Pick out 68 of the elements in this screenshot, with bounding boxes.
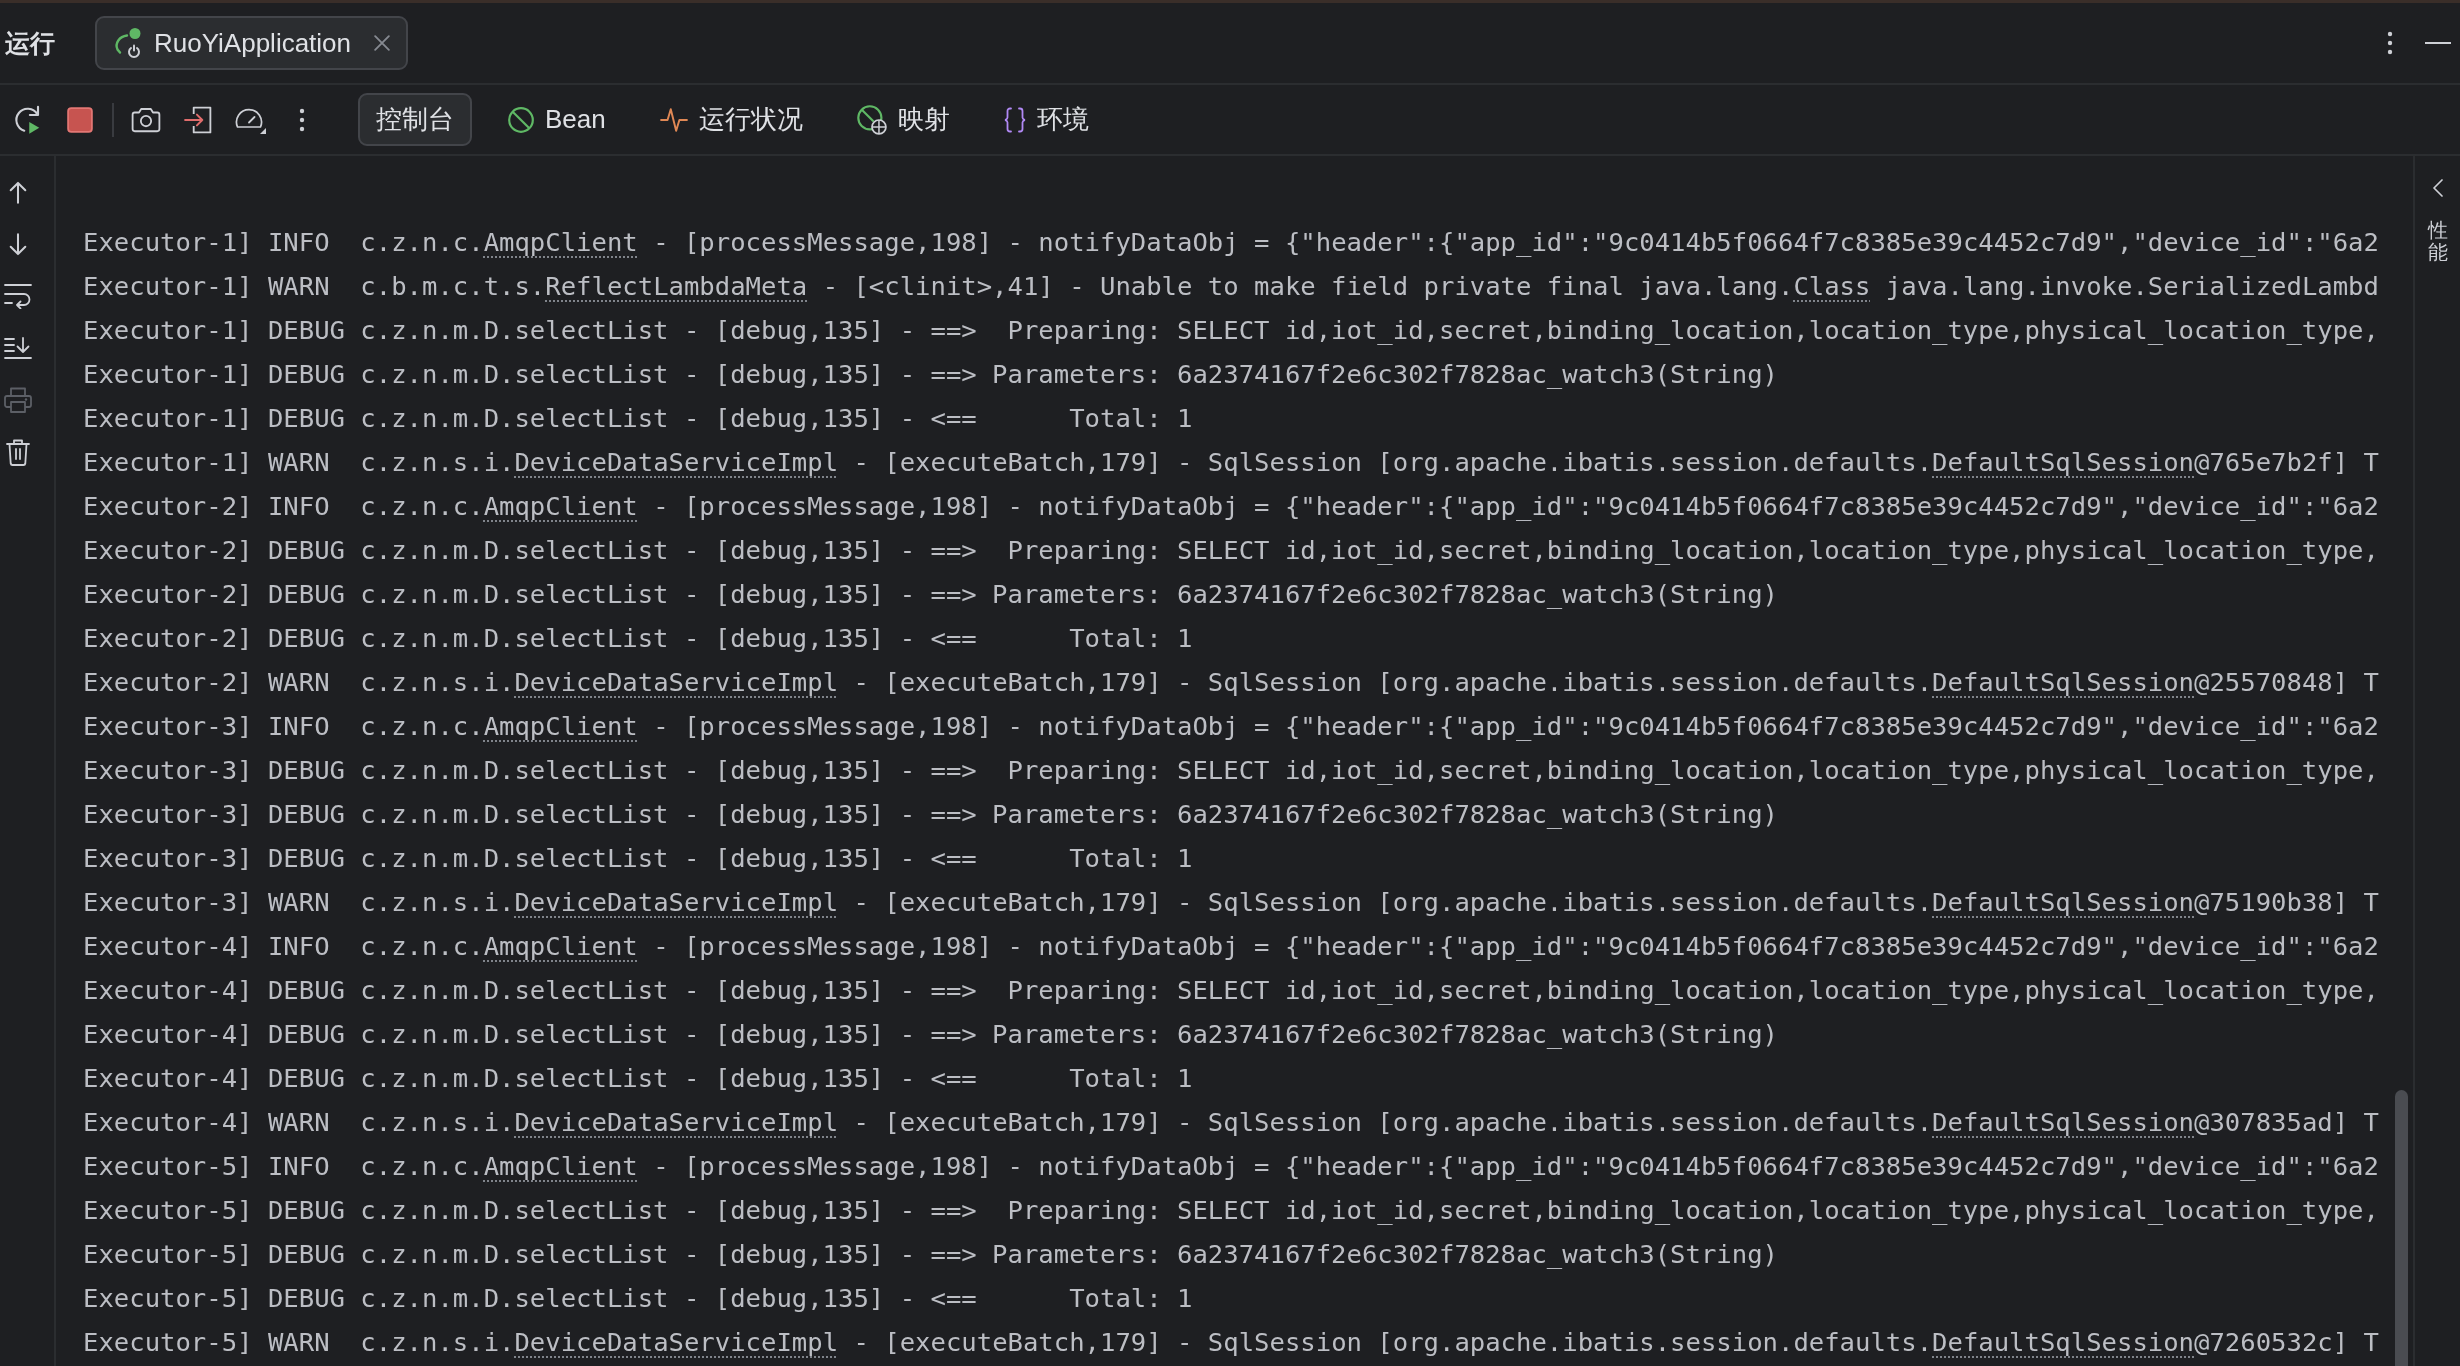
more-icon[interactable] xyxy=(2387,31,2393,55)
log-line: Executor-1] WARN c.b.m.c.t.s.ReflectLambdaMeta - [<clinit>,41] - Unable to make field private final java.lang.Class java.lang.invoke.SerializedLambd xyxy=(83,270,2380,303)
class-link[interactable]: AmqpClient xyxy=(483,227,638,257)
view-tab[interactable]: 控制台 xyxy=(358,93,472,146)
pulse-icon xyxy=(659,106,688,133)
class-link[interactable]: Class xyxy=(1793,271,1871,301)
class-link[interactable]: DefaultSqlSession xyxy=(1932,887,2195,917)
soft-wrap-icon[interactable] xyxy=(4,283,32,309)
log-line: Executor-3] DEBUG c.z.n.m.D.selectList - [debug,135] - ==> Parameters: 6a2374167f2e6c302f7828ac_watch3(String) xyxy=(83,798,1779,831)
class-link[interactable]: DeviceDataServiceImpl xyxy=(514,667,839,697)
class-link[interactable]: AmqpClient xyxy=(483,1151,638,1181)
view-tab[interactable]: Bean xyxy=(490,93,624,146)
circle-slash-icon xyxy=(508,106,534,133)
arrow-down-icon[interactable] xyxy=(9,232,27,256)
log-line: Executor-3] DEBUG c.z.n.m.D.selectList - [debug,135] - <== Total: 1 xyxy=(83,842,1194,875)
camera-icon[interactable] xyxy=(131,106,161,133)
log-line: Executor-2] WARN c.z.n.s.i.DeviceDataServiceImpl - [executeBatch,179] - SqlSession [org.apache.ibatis.session.defaults.DefaultSqlSession@25570848] T xyxy=(83,666,2380,699)
view-tab[interactable]: 映射 xyxy=(838,93,968,146)
log-line: Executor-4] DEBUG c.z.n.m.D.selectList - [debug,135] - ==> Preparing: SELECT id,iot_id,secret,binding_location,location_type,physical_location_type, xyxy=(83,974,2380,1007)
more-icon[interactable] xyxy=(299,107,305,132)
log-line: Executor-5] INFO c.z.n.c.AmqpClient - [processMessage,198] - notifyDataObj = {"header":{"app_id":"9c0414b5f0664f7c8385e39c4452c7d9","device_id":"6a2 xyxy=(83,1150,2380,1183)
class-link[interactable]: DeviceDataServiceImpl xyxy=(514,447,839,477)
class-link[interactable]: DeviceDataServiceImpl xyxy=(514,1327,839,1357)
log-line: Executor-4] WARN c.z.n.s.i.DeviceDataServiceImpl - [executeBatch,179] - SqlSession [org.apache.ibatis.session.defaults.DefaultSqlSession@307835ad] T xyxy=(83,1106,2380,1139)
panel-title: 运行 xyxy=(5,27,55,59)
log-line: Executor-2] INFO c.z.n.c.AmqpClient - [processMessage,198] - notifyDataObj = {"header":{"app_id":"9c0414b5f0664f7c8385e39c4452c7d9","device_id":"6a2 xyxy=(83,490,2380,523)
log-line: Executor-2] DEBUG c.z.n.m.D.selectList - [debug,135] - ==> Parameters: 6a2374167f2e6c302f7828ac_watch3(String) xyxy=(83,578,1779,611)
class-link[interactable]: AmqpClient xyxy=(483,491,638,521)
log-line: Executor-1] DEBUG c.z.n.m.D.selectList - [debug,135] - ==> Preparing: SELECT id,iot_id,secret,binding_location,location_type,physical_location_type, xyxy=(83,314,2380,347)
class-link[interactable]: DeviceDataServiceImpl xyxy=(514,1107,839,1137)
arrow-into-box-icon[interactable] xyxy=(184,105,212,134)
trash-icon[interactable] xyxy=(6,438,30,466)
log-line: Executor-5] WARN c.z.n.s.i.DeviceDataServiceImpl - [executeBatch,179] - SqlSession [org.apache.ibatis.session.defaults.DefaultSqlSession@7260532c] T xyxy=(83,1326,2380,1359)
arrow-up-icon[interactable] xyxy=(9,180,27,204)
class-link[interactable]: AmqpClient xyxy=(483,711,638,741)
log-line: Executor-3] INFO c.z.n.c.AmqpClient - [processMessage,198] - notifyDataObj = {"header":{"app_id":"9c0414b5f0664f7c8385e39c4452c7d9","device_id":"6a2 xyxy=(83,710,2380,743)
log-line: Executor-5] DEBUG c.z.n.m.D.selectList - [debug,135] - ==> Preparing: SELECT id,iot_id,secret,binding_location,location_type,physical_location_type, xyxy=(83,1194,2380,1227)
log-line: Executor-1] INFO c.z.n.c.AmqpClient - [processMessage,198] - notifyDataObj = {"header":{"app_id":"9c0414b5f0664f7c8385e39c4452c7d9","device_id":"6a2 xyxy=(83,226,2380,259)
log-line: Executor-1] WARN c.z.n.s.i.DeviceDataServiceImpl - [executeBatch,179] - SqlSession [org.apache.ibatis.session.defaults.DefaultSqlSession@765e7b2f] T xyxy=(83,446,2380,479)
log-line: Executor-4] INFO c.z.n.c.AmqpClient - [processMessage,198] - notifyDataObj = {"header":{"app_id":"9c0414b5f0664f7c8385e39c4452c7d9","device_id":"6a2 xyxy=(83,930,2380,963)
class-link[interactable]: DefaultSqlSession xyxy=(1932,667,2195,697)
braces-icon xyxy=(1003,106,1026,133)
log-line: Executor-2] DEBUG c.z.n.m.D.selectList - [debug,135] - ==> Preparing: SELECT id,iot_id,secret,binding_location,location_type,physical_location_type, xyxy=(83,534,2380,567)
log-line: Executor-4] DEBUG c.z.n.m.D.selectList - [debug,135] - <== Total: 1 xyxy=(83,1062,1194,1095)
close-icon[interactable] xyxy=(374,35,391,51)
stop-icon[interactable] xyxy=(67,106,93,133)
scrollbar-thumb[interactable] xyxy=(2395,1090,2408,1366)
log-line: Executor-1] DEBUG c.z.n.m.D.selectList - [debug,135] - <== Total: 1 xyxy=(83,402,1194,435)
class-link[interactable]: AmqpClient xyxy=(483,931,638,961)
view-tab[interactable]: 运行状况 xyxy=(641,93,821,146)
class-link[interactable]: DefaultSqlSession xyxy=(1932,1327,2195,1357)
scroll-to-end-icon[interactable] xyxy=(4,337,32,359)
log-line: Executor-5] DEBUG c.z.n.m.D.selectList - [debug,135] - ==> Parameters: 6a2374167f2e6c302f7828ac_watch3(String) xyxy=(83,1238,1779,1271)
log-line: Executor-1] DEBUG c.z.n.m.D.selectList - [debug,135] - ==> Parameters: 6a2374167f2e6c302f7828ac_watch3(String) xyxy=(83,358,1779,391)
log-line: Executor-3] DEBUG c.z.n.m.D.selectList - [debug,135] - ==> Preparing: SELECT id,iot_id,secret,binding_location,location_type,physical_location_type, xyxy=(83,754,2380,787)
class-link[interactable]: DefaultSqlSession xyxy=(1932,1107,2195,1137)
log-line: Executor-5] DEBUG c.z.n.m.D.selectList - [debug,135] - <== Total: 1 xyxy=(83,1282,1194,1315)
log-line: Executor-2] DEBUG c.z.n.m.D.selectList - [debug,135] - <== Total: 1 xyxy=(83,622,1194,655)
log-line: Executor-3] WARN c.z.n.s.i.DeviceDataServiceImpl - [executeBatch,179] - SqlSession [org.apache.ibatis.session.defaults.DefaultSqlSession@75190b38] T xyxy=(83,886,2380,919)
side-panel-tab[interactable]: 性能 xyxy=(2427,219,2448,263)
log-line: Executor-4] DEBUG c.z.n.m.D.selectList - [debug,135] - ==> Parameters: 6a2374167f2e6c302f7828ac_watch3(String) xyxy=(83,1018,1779,1051)
class-link[interactable]: ReflectLambdaMeta xyxy=(545,271,808,301)
globe-badge-icon xyxy=(856,104,887,135)
view-tab[interactable]: 环境 xyxy=(985,93,1107,146)
chevron-left-icon[interactable] xyxy=(2432,179,2443,197)
class-link[interactable]: DeviceDataServiceImpl xyxy=(514,887,839,917)
run-config-tab[interactable]: RuoYiApplication xyxy=(95,16,409,70)
class-link[interactable]: DefaultSqlSession xyxy=(1932,447,2195,477)
